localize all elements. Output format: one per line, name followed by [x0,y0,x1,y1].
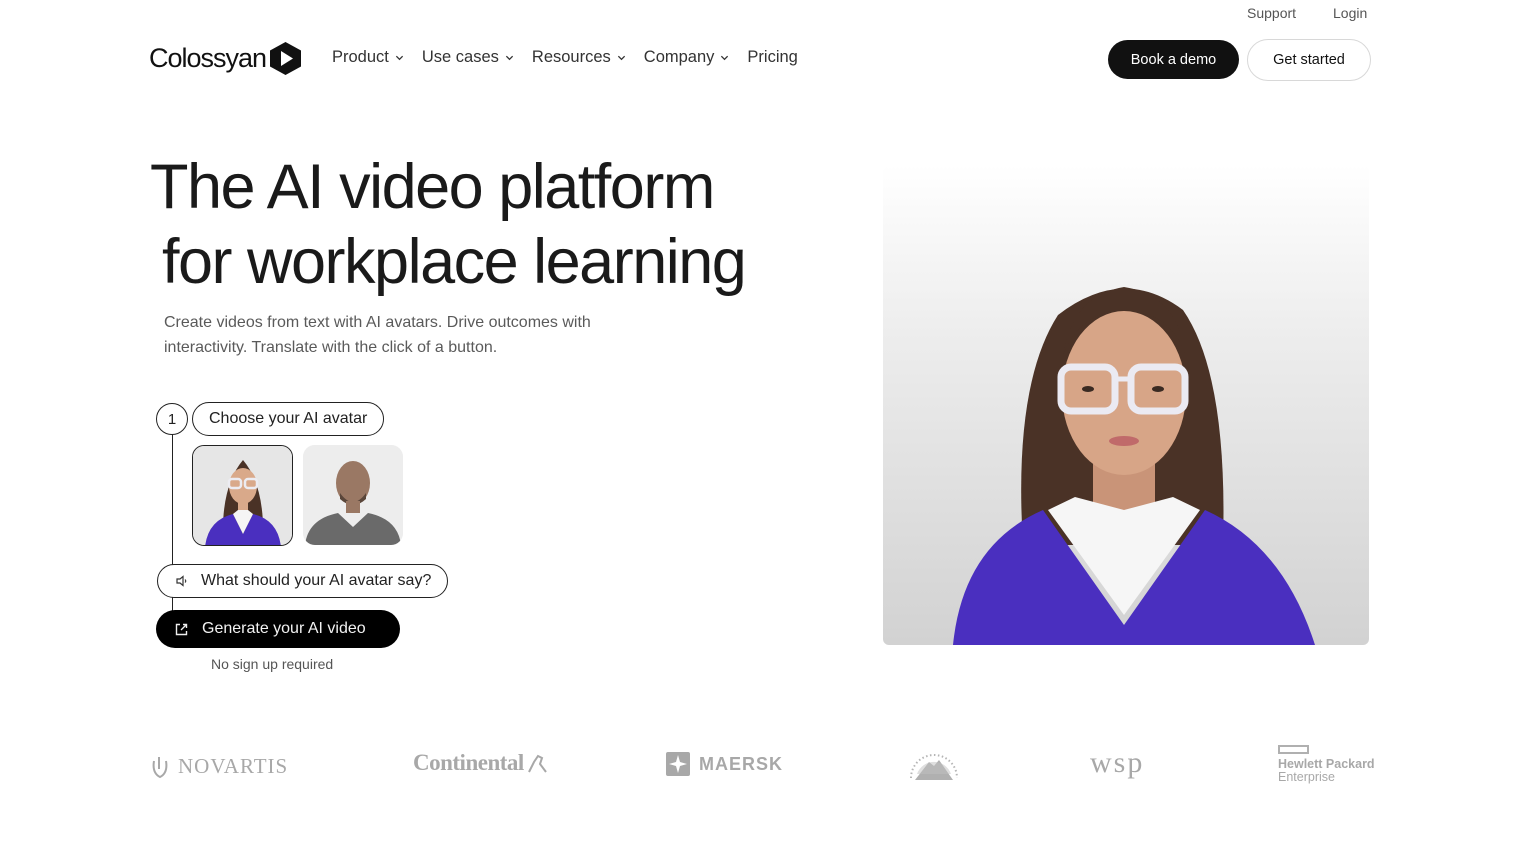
hero-subtitle: Create videos from text with AI avatars.… [164,314,591,356]
avatar-option-male[interactable] [303,445,403,545]
nav-company[interactable]: Company [644,48,730,67]
nav-pricing-label: Pricing [747,48,798,66]
chevron-down-icon [721,55,729,61]
maersk-star-icon [666,752,690,776]
choose-avatar-label: Choose your AI avatar [192,402,385,436]
novartis-logo: NOVARTIS [150,754,288,779]
wsp-logo: wsp [1090,746,1144,780]
generate-video-label: Generate your AI video [202,620,366,637]
nav-use-cases[interactable]: Use cases [422,48,514,67]
avatar-option-female[interactable] [192,445,293,546]
nav-resources[interactable]: Resources [532,48,626,67]
paramount-logo [907,744,961,788]
no-signup-note: No sign up required [211,656,334,672]
nav-product-label: Product [332,48,389,66]
get-started-button[interactable]: Get started [1247,39,1371,81]
nav-product[interactable]: Product [332,48,404,67]
nav-use-cases-label: Use cases [421,48,499,66]
continental-logo: Continental [413,750,548,776]
hpe-wordmark-line-2: Enterprise [1278,770,1335,784]
generate-video-button[interactable]: Generate your AI video [156,610,400,648]
main-nav: Product Use cases Resources Company Pric… [332,48,816,67]
external-link-icon [175,623,188,635]
novartis-wordmark: NOVARTIS [178,754,289,778]
maersk-logo: MAERSK [666,752,783,776]
chevron-down-icon [395,55,403,61]
support-link[interactable]: Support [1247,5,1296,21]
chevron-down-icon [617,55,625,61]
chevron-down-icon [505,55,514,61]
hero-avatar-image [953,287,1315,645]
login-link[interactable]: Login [1333,5,1367,21]
nav-pricing[interactable]: Pricing [747,48,797,67]
hpe-rectangle-icon [1278,745,1309,754]
brand-name: Colossyan [149,43,267,73]
avatar-script-prompt: What should your AI avatar say? [201,572,432,589]
hpe-logo: Hewlett Packard Enterprise [1278,745,1375,784]
wsp-wordmark: wsp [1090,746,1145,779]
brand-play-icon [270,42,302,75]
male-avatar-image [303,445,403,545]
continental-wordmark: Continental [413,750,524,775]
hero-title-line-2: for workplace learning [162,227,747,297]
speaker-icon [176,575,187,587]
step-number-badge: 1 [156,403,188,435]
hero-title: The AI video platform for workplace lear… [150,150,747,300]
novartis-flame-icon [152,756,168,778]
customer-logos: NOVARTIS Continental MAERSK wsp Hewlett … [0,740,1520,790]
hero-title-line-1: The AI video platform [150,152,715,222]
brand-logo[interactable]: Colossyan [149,42,302,75]
avatar-script-input[interactable]: What should your AI avatar say? [157,564,448,598]
paramount-mountain-icon [910,754,958,780]
maersk-wordmark: MAERSK [699,753,784,774]
book-demo-button[interactable]: Book a demo [1108,40,1239,79]
hero-avatar-video-preview[interactable] [883,165,1369,645]
nav-company-label: Company [643,48,715,66]
continental-horse-icon [527,754,547,773]
female-avatar-image [193,446,292,545]
nav-resources-label: Resources [531,48,611,66]
